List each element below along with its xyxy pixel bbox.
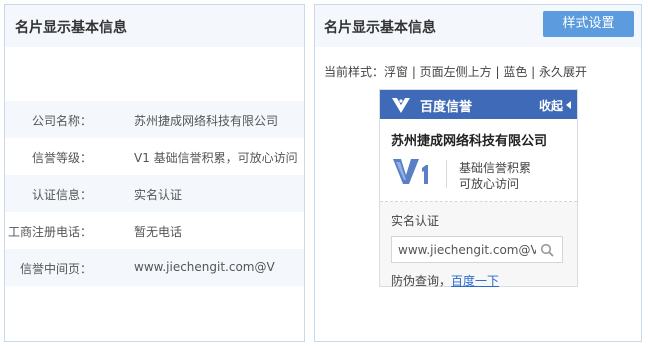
style-settings-button[interactable]: 样式设置 <box>543 11 634 37</box>
info-label: 信誉等级： <box>31 151 92 165</box>
credit-level-line1: 基础信誉积累 <box>459 161 532 175</box>
info-value: V1 基础信誉积累，可放心访问 <box>134 151 298 165</box>
info-row-certification: 认证信息： 实名认证 <box>5 175 304 212</box>
info-label: 工商注册电话： <box>7 225 92 239</box>
baidu-search-link[interactable]: 百度一下 <box>451 274 499 288</box>
anti-fake-label: 防伪查询， <box>391 274 452 288</box>
info-value: 暂无电话 <box>134 225 183 239</box>
right-panel-header: 名片显示基本信息 样式设置 <box>315 5 641 47</box>
right-panel-title: 名片显示基本信息 <box>324 20 436 36</box>
left-info-panel: 名片显示基本信息 公司名称： 苏州捷成网络科技有限公司 信誉等级： V1 基础信… <box>4 4 305 342</box>
credit-url-field[interactable]: www.jiechengit.com@V <box>391 236 563 263</box>
left-panel-header: 名片显示基本信息 <box>5 5 304 47</box>
info-value: 实名认证 <box>134 188 183 202</box>
v1-badge-icon <box>393 159 428 184</box>
card-brand-title: 百度信誉 <box>420 100 473 115</box>
left-panel-title: 名片显示基本信息 <box>15 20 127 36</box>
card-header: 百度信誉 收起 <box>380 90 577 119</box>
anti-fake-query: 防伪查询，百度一下 <box>391 272 499 289</box>
collapse-arrow-icon[interactable] <box>566 101 571 109</box>
info-row-credit-page: 信誉中间页： www.jiechengit.com@V <box>5 249 304 286</box>
current-style-text: 当前样式：浮窗 | 页面左侧上方 | 蓝色 | 永久展开 <box>324 65 588 79</box>
collapse-link[interactable]: 收起 <box>539 97 563 114</box>
baidu-credit-logo-icon <box>392 98 410 113</box>
card-company-name: 苏州捷成网络科技有限公司 <box>391 134 548 149</box>
credit-card-preview: 百度信誉 收起 苏州捷成网络科技有限公司 基础信誉积累 可放心访问 实名认证 w… <box>379 89 578 289</box>
info-row-credit-level: 信誉等级： V1 基础信誉积累，可放心访问 <box>5 138 304 175</box>
info-value: 苏州捷成网络科技有限公司 <box>134 114 279 128</box>
credit-url-value: www.jiechengit.com@V <box>398 243 536 257</box>
search-icon[interactable] <box>540 243 554 257</box>
credit-level-line2: 可放心访问 <box>459 177 520 191</box>
dashed-divider <box>380 201 577 202</box>
info-row-company: 公司名称： 苏州捷成网络科技有限公司 <box>5 101 304 138</box>
verified-status: 实名认证 <box>391 214 440 228</box>
info-row-phone: 工商注册电话： 暂无电话 <box>5 212 304 249</box>
v1-divider <box>446 160 447 188</box>
info-label: 公司名称： <box>31 114 92 128</box>
info-label: 信誉中间页： <box>19 262 92 276</box>
right-preview-panel: 名片显示基本信息 样式设置 当前样式：浮窗 | 页面左侧上方 | 蓝色 | 永久… <box>314 4 642 342</box>
info-value: www.jiechengit.com@V <box>134 260 275 274</box>
info-label: 认证信息： <box>31 188 92 202</box>
